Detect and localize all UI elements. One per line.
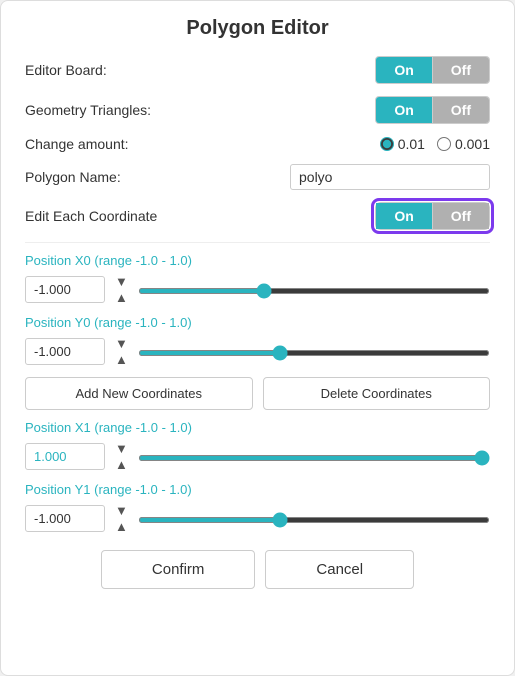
change-amount-value-2: 0.001 <box>455 136 490 152</box>
panel-title: Polygon Editor <box>25 17 490 40</box>
edit-each-coordinate-row: Edit Each Coordinate On Off <box>25 202 490 230</box>
position-x0-up-btn[interactable]: ▲ <box>113 290 130 305</box>
polygon-editor-panel: Polygon Editor Editor Board: On Off Geom… <box>0 0 515 676</box>
position-y1-label: Position Y1 (range -1.0 - 1.0) <box>25 482 490 497</box>
position-x1-label: Position X1 (range -1.0 - 1.0) <box>25 420 490 435</box>
change-amount-label: Change amount: <box>25 136 129 152</box>
position-y1-up-btn[interactable]: ▲ <box>113 519 130 534</box>
geometry-triangles-row: Geometry Triangles: On Off <box>25 96 490 124</box>
position-y0-arrows: ▼ ▲ <box>113 336 130 367</box>
polygon-name-row: Polygon Name: <box>25 164 490 190</box>
change-amount-value-1: 0.01 <box>398 136 425 152</box>
position-y0-up-btn[interactable]: ▲ <box>113 352 130 367</box>
position-x0-down-btn[interactable]: ▼ <box>113 274 130 289</box>
position-x1-row: ▼ ▲ <box>25 441 490 472</box>
edit-each-coordinate-label: Edit Each Coordinate <box>25 208 157 224</box>
position-y0-slider[interactable] <box>138 350 490 356</box>
position-y0-slider-wrapper <box>138 343 490 361</box>
edit-coordinate-toggle: On Off <box>375 202 490 230</box>
position-y1-row: ▼ ▲ <box>25 503 490 534</box>
position-y0-down-btn[interactable]: ▼ <box>113 336 130 351</box>
position-y0-label: Position Y0 (range -1.0 - 1.0) <box>25 315 490 330</box>
editor-board-on-btn[interactable]: On <box>376 57 432 83</box>
edit-coordinate-off-btn[interactable]: Off <box>433 203 489 229</box>
change-amount-radio-2[interactable] <box>437 137 451 151</box>
position-y1-input[interactable] <box>25 505 105 532</box>
edit-coordinate-on-btn[interactable]: On <box>376 203 432 229</box>
position-y1-slider-wrapper <box>138 510 490 528</box>
position-y1-down-btn[interactable]: ▼ <box>113 503 130 518</box>
position-x1-down-btn[interactable]: ▼ <box>113 441 130 456</box>
position-y1-arrows: ▼ ▲ <box>113 503 130 534</box>
position-y1-slider[interactable] <box>138 517 490 523</box>
polygon-name-input[interactable] <box>290 164 490 190</box>
position-x1-up-btn[interactable]: ▲ <box>113 457 130 472</box>
edit-coordinate-toggle-wrapper: On Off <box>375 202 490 230</box>
cancel-btn[interactable]: Cancel <box>265 550 414 589</box>
geometry-triangles-label: Geometry Triangles: <box>25 102 151 118</box>
position-x1-slider-wrapper <box>138 448 490 466</box>
position-y0-row: ▼ ▲ <box>25 336 490 367</box>
position-x0-input[interactable] <box>25 276 105 303</box>
editor-board-off-btn[interactable]: Off <box>433 57 489 83</box>
change-amount-option-2[interactable]: 0.001 <box>437 136 490 152</box>
confirm-btn[interactable]: Confirm <box>101 550 256 589</box>
polygon-name-label: Polygon Name: <box>25 169 121 185</box>
geometry-triangles-off-btn[interactable]: Off <box>433 97 489 123</box>
change-amount-row: Change amount: 0.01 0.001 <box>25 136 490 152</box>
geometry-triangles-toggle: On Off <box>375 96 490 124</box>
change-amount-radio-group: 0.01 0.001 <box>380 136 490 152</box>
position-x0-slider[interactable] <box>138 288 490 294</box>
position-x0-row: ▼ ▲ <box>25 274 490 305</box>
editor-board-toggle: On Off <box>375 56 490 84</box>
position-x0-arrows: ▼ ▲ <box>113 274 130 305</box>
coord-action-btn-row: Add New Coordinates Delete Coordinates <box>25 377 490 410</box>
position-x0-slider-wrapper <box>138 281 490 299</box>
change-amount-option-1[interactable]: 0.01 <box>380 136 425 152</box>
geometry-triangles-on-btn[interactable]: On <box>376 97 432 123</box>
position-y0-input[interactable] <box>25 338 105 365</box>
add-coordinates-btn[interactable]: Add New Coordinates <box>25 377 253 410</box>
position-x0-label: Position X0 (range -1.0 - 1.0) <box>25 253 490 268</box>
confirm-cancel-row: Confirm Cancel <box>25 550 490 589</box>
editor-board-label: Editor Board: <box>25 62 107 78</box>
divider-1 <box>25 242 490 243</box>
editor-board-row: Editor Board: On Off <box>25 56 490 84</box>
position-x1-input[interactable] <box>25 443 105 470</box>
change-amount-radio-1[interactable] <box>380 137 394 151</box>
position-x1-slider[interactable] <box>138 455 490 461</box>
position-x1-arrows: ▼ ▲ <box>113 441 130 472</box>
delete-coordinates-btn[interactable]: Delete Coordinates <box>263 377 491 410</box>
